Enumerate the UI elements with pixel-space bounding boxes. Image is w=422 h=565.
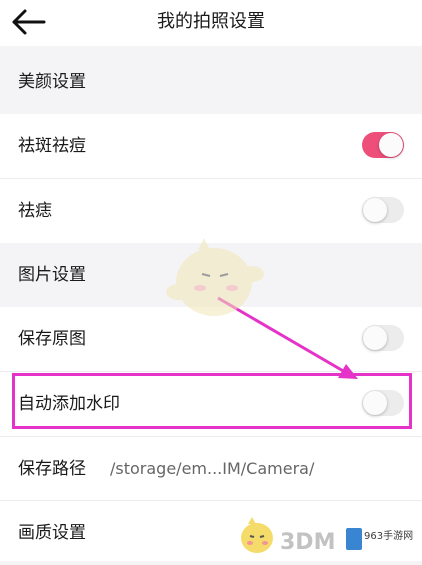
setting-row-save-path[interactable]: 保存路径 /storage/em...IM/Camera/ (0, 437, 422, 501)
section-label: 美颜设置 (18, 72, 86, 92)
setting-label: 保存路径 (18, 459, 86, 479)
save-original-toggle[interactable] (362, 325, 404, 351)
setting-label: 保存原图 (18, 329, 86, 349)
section-label: 图片设置 (18, 265, 86, 285)
mascot-logo-icon (241, 517, 273, 553)
setting-row-remove-moles[interactable]: 祛痣 (0, 179, 422, 243)
site-logo: 963手游网 (342, 524, 416, 554)
toggle-knob (379, 133, 403, 157)
remove-spots-toggle[interactable] (362, 132, 404, 158)
setting-label: 祛痣 (18, 201, 52, 221)
save-path-value: /storage/em...IM/Camera/ (110, 459, 315, 478)
highlight-box (12, 373, 412, 429)
page-title: 我的拍照设置 (157, 11, 265, 32)
logo-text: 963手游网 (364, 531, 414, 542)
remove-moles-toggle[interactable] (362, 197, 404, 223)
toggle-knob (363, 198, 387, 222)
mascot-watermark-icon (166, 238, 264, 316)
top-bar: 我的拍照设置 (0, 0, 422, 46)
logo-icon (346, 528, 362, 550)
setting-label: 画质设置 (18, 523, 86, 543)
watermark-text: 3DM (280, 530, 336, 555)
setting-row-remove-spots[interactable]: 祛斑祛痘 (0, 114, 422, 178)
toggle-knob (363, 326, 387, 350)
setting-label: 祛斑祛痘 (18, 136, 86, 156)
section-header-beauty: 美颜设置 (0, 50, 422, 114)
